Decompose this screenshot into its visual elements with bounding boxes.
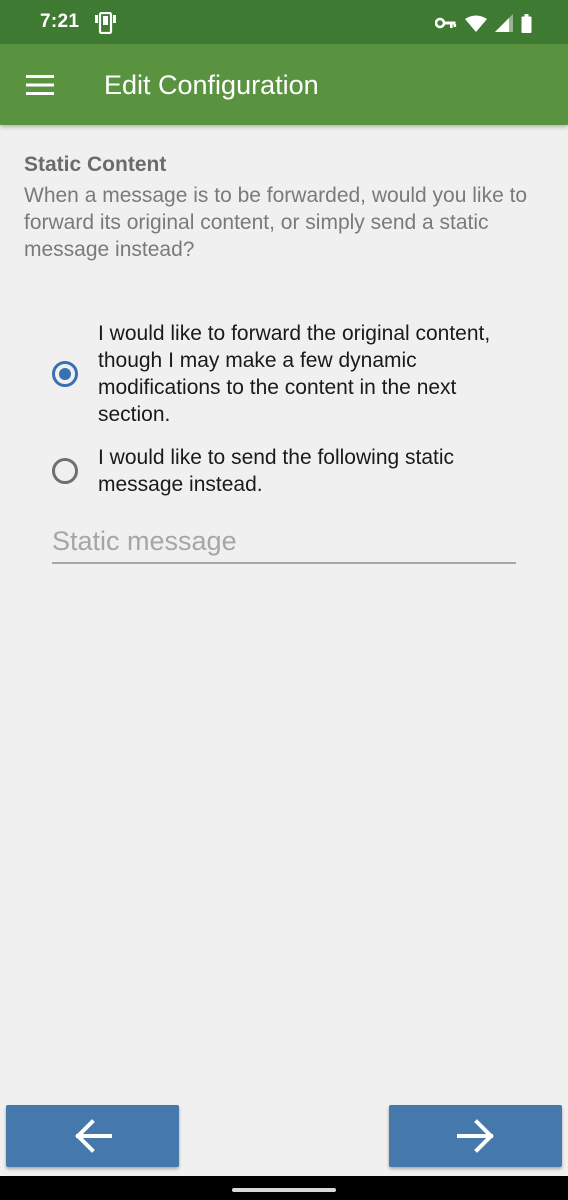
section-title: Static Content	[24, 153, 167, 176]
status-bar: 7:21	[0, 0, 568, 44]
arrow-left-icon	[74, 1119, 112, 1153]
home-indicator[interactable]	[232, 1188, 336, 1192]
next-button[interactable]	[389, 1105, 562, 1167]
radio-button-checked[interactable]	[52, 361, 78, 387]
status-time: 7:21	[40, 11, 80, 32]
device-icon	[95, 12, 116, 34]
battery-icon	[521, 13, 532, 33]
system-navigation-bar	[0, 1176, 568, 1200]
radio-label: I would like to send the following stati…	[98, 446, 455, 496]
radio-option-send-static[interactable]: I would like to send the following stati…	[52, 444, 522, 498]
radio-label: I would like to forward the original con…	[98, 322, 491, 426]
vpn-key-icon	[435, 17, 457, 29]
content-mode-radio-group: I would like to forward the original con…	[52, 320, 522, 514]
back-button[interactable]	[6, 1105, 179, 1167]
radio-option-forward-original[interactable]: I would like to forward the original con…	[52, 320, 522, 428]
static-content-section: Static Content When a message is to be f…	[24, 150, 544, 263]
wifi-icon	[465, 15, 487, 32]
status-icons	[435, 12, 532, 34]
arrow-right-icon	[456, 1119, 494, 1153]
menu-button[interactable]	[20, 65, 60, 105]
hamburger-menu-icon	[26, 75, 54, 95]
app-bar: Edit Configuration	[0, 44, 568, 125]
section-description: When a message is to be forwarded, would…	[24, 184, 528, 261]
static-message-input[interactable]	[52, 520, 516, 564]
page-title: Edit Configuration	[104, 70, 319, 100]
radio-button-unchecked[interactable]	[52, 458, 78, 484]
signal-icon	[495, 14, 513, 32]
